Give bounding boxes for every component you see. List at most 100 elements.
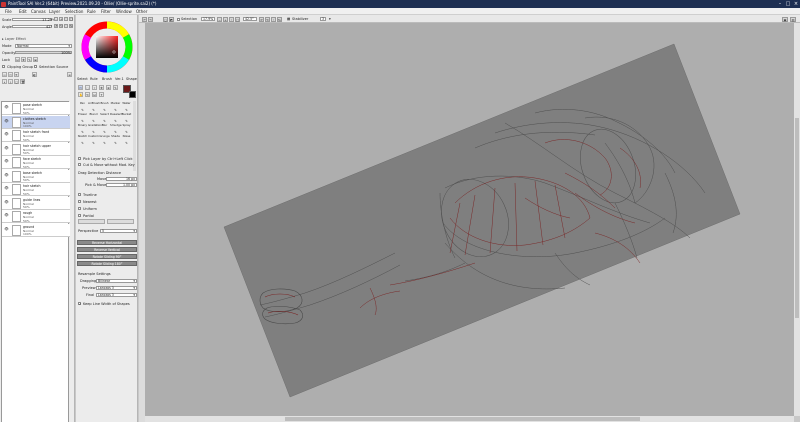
layer-effect-toggle[interactable]: ▸ Layer Effect bbox=[2, 37, 26, 41]
new-folder-icon[interactable]: ▭ bbox=[8, 72, 13, 77]
maximize-button[interactable]: □ bbox=[784, 0, 792, 8]
zoom-in-icon[interactable]: + bbox=[223, 16, 228, 22]
rotate-left-icon[interactable]: ↺ bbox=[259, 16, 264, 22]
navigator-toggle-icon[interactable]: ▣ bbox=[782, 16, 788, 22]
selection-toggle-checkbox[interactable] bbox=[177, 17, 180, 21]
move-tool-icon[interactable]: ✥ bbox=[99, 85, 104, 90]
keep-line-width-checkbox[interactable]: ✓ bbox=[78, 302, 82, 306]
rotate-right-button[interactable]: ↻ bbox=[59, 24, 63, 28]
lasso-tool-icon[interactable]: ◌ bbox=[85, 85, 90, 90]
tool-binary[interactable]: Binary ✎ bbox=[77, 123, 88, 134]
tool-grunge[interactable]: Grunge ✎ bbox=[99, 134, 110, 145]
rotate-right-icon[interactable]: ↻ bbox=[265, 16, 270, 22]
rotate-reset-button[interactable]: ◦ bbox=[64, 24, 68, 28]
lock-paint-icon[interactable]: ✎ bbox=[27, 57, 32, 62]
perspective-select[interactable]: 5 ▾ bbox=[100, 228, 137, 233]
menu-window[interactable]: Window bbox=[116, 8, 132, 15]
zoom-fit-button[interactable]: □ bbox=[69, 17, 73, 21]
layer-row[interactable]: 👁 hair sketch front Normal 50% bbox=[2, 129, 70, 142]
layer-row[interactable]: 👁 hair sketch Normal 50% bbox=[2, 183, 70, 196]
lock-all-icon[interactable]: ⊞ bbox=[33, 57, 38, 62]
eye-icon[interactable]: 👁 bbox=[4, 146, 9, 151]
canvas-drawing[interactable] bbox=[145, 23, 794, 416]
panel-toggle-icon[interactable]: ▥ bbox=[790, 16, 796, 22]
menu-file[interactable]: File bbox=[5, 8, 12, 15]
tool-select[interactable]: Select ✎ bbox=[99, 112, 110, 123]
tab-brush[interactable]: Brush bbox=[102, 77, 112, 81]
vertical-scroll-thumb[interactable] bbox=[795, 118, 799, 318]
grid-icon[interactable]: ▦ bbox=[287, 17, 290, 21]
tool-blur[interactable]: Blur ✎ bbox=[99, 123, 110, 134]
eye-icon[interactable]: 👁 bbox=[4, 159, 9, 164]
stabilizer-field[interactable]: 3 bbox=[320, 17, 326, 21]
eye-icon[interactable]: 👁 bbox=[4, 132, 9, 137]
eye-icon[interactable]: 👁 bbox=[4, 227, 9, 232]
tool-deselect[interactable]: Deselect ✎ bbox=[110, 112, 122, 123]
menu-selection[interactable]: Selection bbox=[65, 8, 83, 15]
rotate-90-button[interactable]: Rotate Sliding 90° bbox=[77, 254, 137, 259]
tool-water[interactable]: Water ✎ bbox=[121, 101, 132, 112]
tool-pen[interactable]: Pen ✎ bbox=[77, 101, 88, 112]
zoom-out-button[interactable]: - bbox=[54, 17, 58, 21]
layer-row[interactable]: 👁 hair sketch upper Normal 50% bbox=[2, 142, 70, 156]
eye-icon[interactable]: 👁 bbox=[4, 186, 9, 191]
tab-select[interactable]: Select bbox=[77, 77, 88, 81]
lock-pixels-icon[interactable]: ⊡ bbox=[15, 57, 20, 62]
flip-horizontal-icon[interactable]: ⇆ bbox=[277, 16, 282, 22]
eye-icon[interactable]: 👁 bbox=[4, 200, 9, 205]
zoom-fit-icon[interactable]: □ bbox=[235, 16, 240, 22]
tool-smudge[interactable]: Smudge ✎ bbox=[110, 123, 122, 134]
tool-brush[interactable]: Brush ✎ bbox=[99, 101, 110, 112]
tool-marker[interactable]: Marker ✎ bbox=[110, 101, 121, 112]
preview-select[interactable]: Lanczos 3 ▾ bbox=[96, 285, 137, 290]
layer-menu-icon[interactable]: ≡ bbox=[67, 72, 72, 77]
selection-source-checkbox[interactable] bbox=[34, 65, 37, 68]
mode-select[interactable]: Normal ▾ bbox=[15, 43, 72, 48]
new-linework-icon[interactable]: ✒ bbox=[14, 72, 19, 77]
tab-rule[interactable]: Rule bbox=[90, 77, 98, 81]
lock-move-icon[interactable]: ✥ bbox=[21, 57, 26, 62]
tool-eraser[interactable]: Eraser ✎ bbox=[77, 112, 88, 123]
zoom-field[interactable]: 17.9% bbox=[201, 17, 215, 21]
cut-move-checkbox[interactable] bbox=[78, 163, 81, 166]
pick-layer-checkbox[interactable] bbox=[78, 157, 81, 160]
tool-custom[interactable]: Custom ✎ bbox=[88, 134, 99, 145]
eye-icon[interactable]: 👁 bbox=[4, 173, 9, 178]
layer-row[interactable]: 👁 clothes sketch Normal 100% bbox=[2, 115, 70, 129]
magic-wand-icon[interactable]: ✧ bbox=[92, 85, 97, 90]
eye-icon[interactable]: 👁 bbox=[4, 213, 9, 218]
move-distance-field[interactable]: 16 px bbox=[106, 176, 137, 181]
layer-row[interactable]: 👁 pose sketch Normal 50% bbox=[2, 102, 70, 115]
undo-icon[interactable]: ↶ bbox=[142, 16, 147, 22]
zoom-reset-button[interactable]: ◦ bbox=[64, 17, 68, 21]
clear-layer-icon[interactable]: ◻ bbox=[14, 79, 19, 84]
dragging-select[interactable]: Bilinear ▾ bbox=[96, 278, 137, 283]
secondary-color-swatch[interactable] bbox=[129, 91, 136, 98]
hand-tool-icon[interactable]: ✋ bbox=[78, 92, 83, 97]
ok-button[interactable] bbox=[78, 219, 105, 224]
angle-field[interactable]: 42.5° bbox=[243, 17, 257, 21]
delete-layer-icon[interactable]: 🗑 bbox=[20, 79, 25, 84]
stabilizer-dropdown-icon[interactable]: ▾ bbox=[329, 17, 331, 21]
eye-icon[interactable]: 👁 bbox=[4, 105, 9, 110]
horizontal-scrollbar[interactable] bbox=[145, 416, 794, 422]
menu-canvas[interactable]: Canvas bbox=[31, 8, 46, 15]
tool-grid-scrollbar[interactable] bbox=[133, 101, 136, 171]
eye-icon[interactable]: 👁 bbox=[4, 119, 9, 124]
menu-layer[interactable]: Layer bbox=[49, 8, 60, 15]
horizontal-scroll-thumb[interactable] bbox=[285, 417, 640, 421]
tool-airbrush[interactable]: AirBrush ✎ bbox=[88, 101, 100, 112]
new-layer-icon[interactable]: ▫ bbox=[2, 72, 7, 77]
minimize-button[interactable]: – bbox=[776, 0, 784, 8]
tool-sketch[interactable]: Sketch ✎ bbox=[77, 134, 88, 145]
layer-row[interactable]: 👁 ground Normal 100% bbox=[2, 223, 70, 237]
zoom-reset-icon[interactable]: ◦ bbox=[229, 16, 234, 22]
rotate-reset-icon[interactable]: ◦ bbox=[271, 16, 276, 22]
tool-gradation[interactable]: Gradation ✎ bbox=[88, 123, 102, 134]
text-tool-icon[interactable]: T bbox=[99, 92, 104, 97]
cancel-button[interactable] bbox=[107, 219, 134, 224]
pick-move-field[interactable]: 1.00 px bbox=[106, 182, 137, 187]
redo-icon[interactable]: ↷ bbox=[148, 16, 153, 22]
menu-edit[interactable]: Edit bbox=[19, 8, 27, 15]
canvas-area[interactable] bbox=[145, 23, 794, 416]
